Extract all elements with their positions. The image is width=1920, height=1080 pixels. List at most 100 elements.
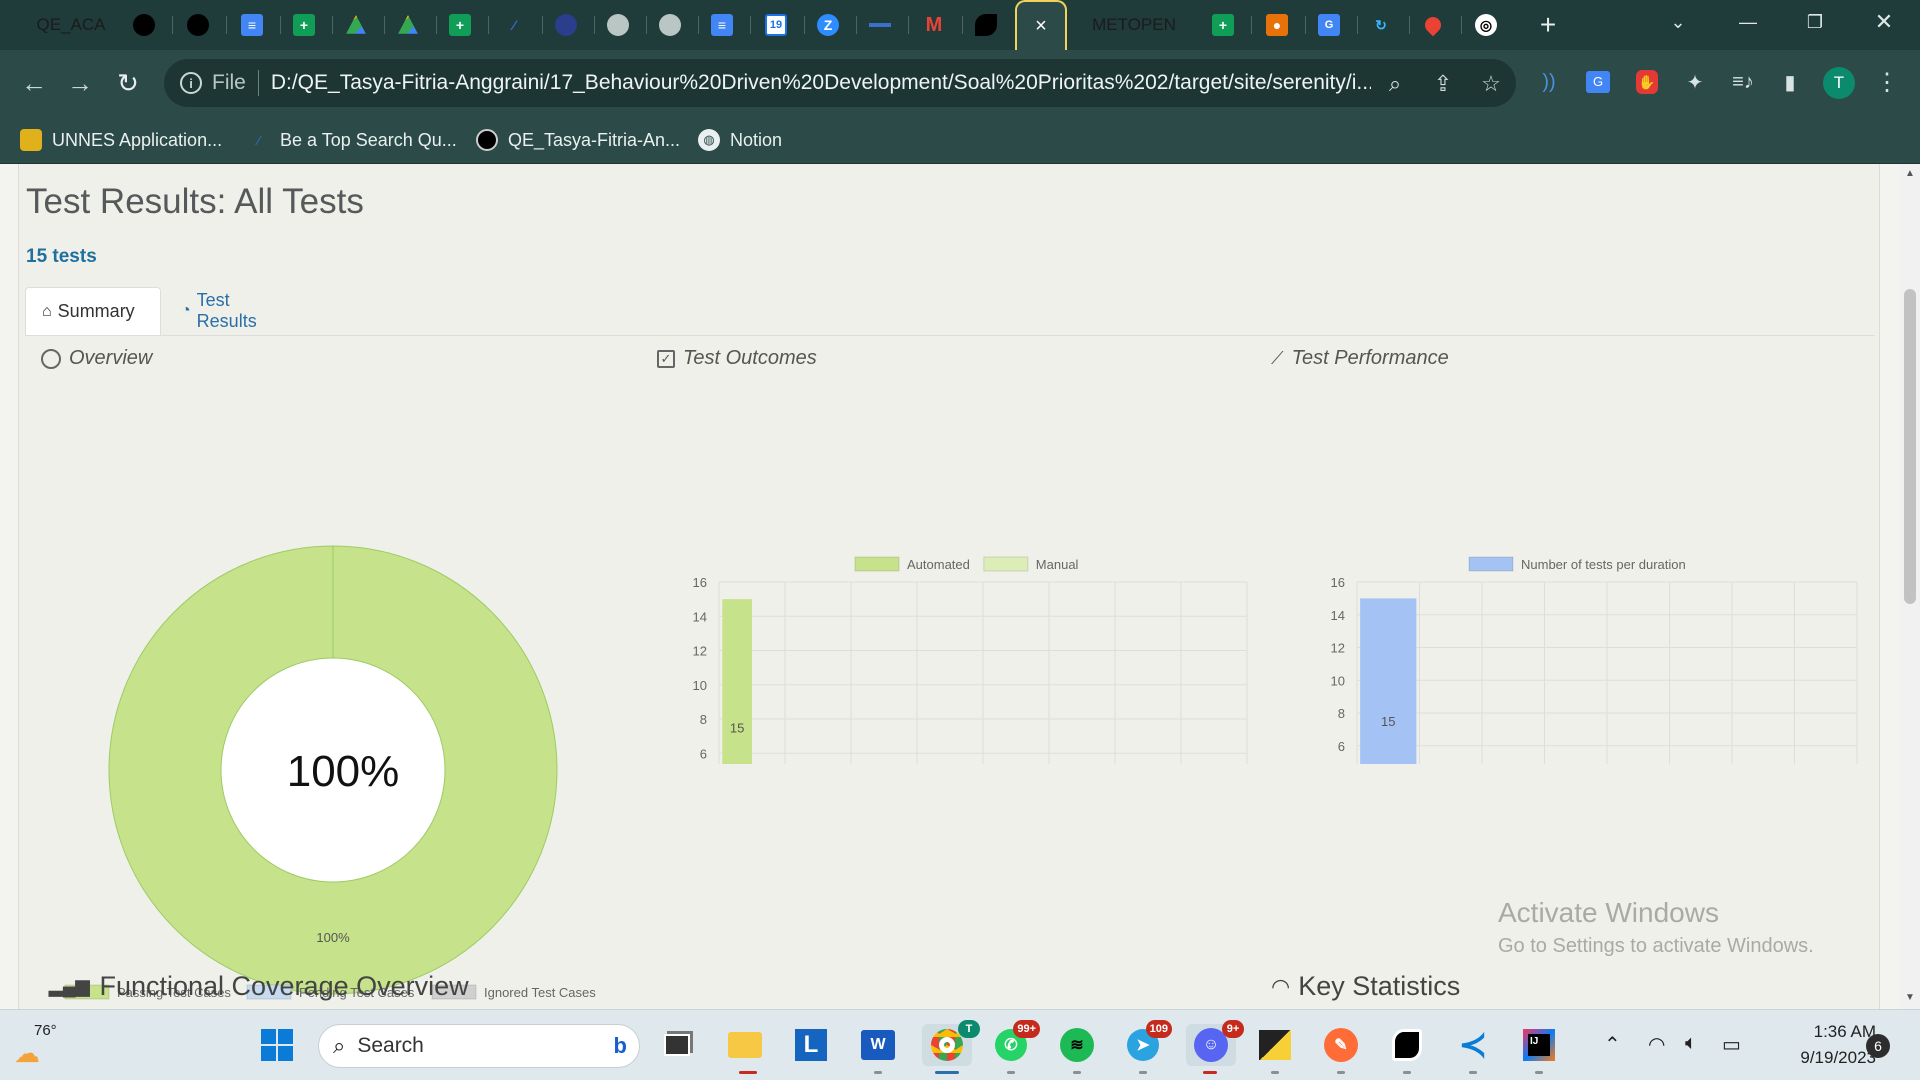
tab-group-metopen[interactable]: METOPEN — [1083, 9, 1185, 41]
data-label: 15 — [1381, 714, 1395, 729]
scroll-down-icon[interactable]: ▼ — [1904, 992, 1916, 1004]
report-page: Test Results: All Tests 15 tests ⌂ Summa… — [0, 164, 1900, 1009]
tray-overflow-icon[interactable]: ⌃ — [1604, 1032, 1621, 1057]
tab-test-results[interactable]: ◔ Test Results — [165, 287, 273, 335]
taskbar-app-l[interactable]: L — [790, 1024, 832, 1066]
back-button[interactable]: ← — [14, 63, 54, 103]
app-running-indicator — [1337, 1071, 1345, 1074]
battery-icon[interactable]: ▭ — [1722, 1032, 1741, 1057]
y-tick-label: 12 — [693, 644, 707, 659]
tab-generic-6[interactable]: ◎ — [1472, 8, 1500, 42]
restore-button[interactable]: ❐ — [1787, 0, 1843, 44]
tab-docs-1[interactable]: ≡ — [238, 8, 266, 42]
close-icon[interactable]: × — [1035, 15, 1047, 38]
notification-count-badge[interactable]: 6 — [1866, 1034, 1890, 1058]
close-window-button[interactable]: ✕ — [1856, 0, 1912, 44]
taskbar-word[interactable]: W — [857, 1024, 899, 1066]
side-panel-icon[interactable]: ▮ — [1773, 65, 1807, 99]
taskbar-sticky-notes[interactable] — [1254, 1024, 1296, 1066]
tab-translate[interactable]: G — [1315, 8, 1343, 42]
forward-button[interactable]: → — [60, 63, 100, 103]
tab-group-label: QE_ACA — [36, 15, 106, 34]
extension-adblock-icon[interactable]: ✋ — [1630, 65, 1664, 99]
bookmark-item[interactable]: ◍ Notion — [698, 126, 782, 154]
sticky-notes-icon — [1259, 1030, 1291, 1060]
taskbar-spotify[interactable]: ≋ — [1056, 1024, 1098, 1066]
task-view-icon — [664, 1034, 690, 1056]
extension-readaloud-icon[interactable]: )) — [1532, 65, 1566, 99]
tab-separator — [1461, 16, 1462, 34]
app-running-indicator — [1403, 1071, 1411, 1074]
tab-generic-1[interactable]: ⁄ — [500, 8, 528, 42]
chevron-down-icon: ⌄ — [1670, 11, 1686, 32]
bookmark-item[interactable]: QE_Tasya-Fitria-An... — [476, 126, 680, 154]
taskbar-task-view[interactable] — [656, 1024, 698, 1066]
evernote-icon — [1392, 1029, 1422, 1061]
taskbar-search[interactable]: ⌕ Search b — [318, 1024, 640, 1068]
tab-contacts[interactable]: ● — [1263, 8, 1291, 42]
tab-maps[interactable] — [1419, 8, 1447, 42]
minimize-button[interactable]: — — [1720, 0, 1776, 44]
page-scrollbar[interactable]: ▲ ▼ — [1900, 164, 1920, 1009]
tab-generic-2[interactable] — [552, 8, 580, 42]
profile-avatar[interactable]: T — [1823, 67, 1855, 99]
taskbar-intellij[interactable]: IJ — [1518, 1024, 1560, 1066]
zoom-icon[interactable]: ⌕ — [1380, 69, 1410, 99]
unnes-logo-icon — [20, 129, 42, 151]
url-text[interactable]: D:/QE_Tasya-Fitria-Anggraini/17_Behaviou… — [271, 71, 1371, 95]
taskbar-whatsapp[interactable]: ✆ 99+ — [990, 1020, 1040, 1066]
weather-widget[interactable]: ☁ 76° — [14, 1022, 74, 1070]
tab-drive-2[interactable] — [394, 8, 422, 42]
tab-github-1[interactable] — [130, 8, 158, 42]
scroll-up-icon[interactable]: ▲ — [1904, 168, 1916, 180]
tab-search-button[interactable]: ⌄ — [1650, 0, 1706, 44]
bookmark-item[interactable]: ⁄ Be a Top Search Qu... — [248, 126, 457, 154]
tab-calendar[interactable]: 19 — [762, 8, 790, 42]
taskbar-chrome[interactable]: T — [922, 1020, 980, 1066]
extensions-puzzle-icon[interactable]: ✦ — [1678, 65, 1712, 99]
tab-group-qe-aca[interactable]: QE_ACA — [28, 9, 114, 41]
y-tick-label: 6 — [1338, 739, 1345, 754]
y-tick-label: 6 — [700, 746, 707, 761]
bookmark-item[interactable]: UNNES Application... — [20, 126, 222, 154]
tab-summary[interactable]: ⌂ Summary — [25, 287, 161, 335]
wifi-icon[interactable]: ◠ — [1648, 1032, 1665, 1057]
reload-button[interactable]: ↻ — [108, 63, 148, 103]
tab-generic-3[interactable] — [866, 8, 894, 42]
new-tab-button[interactable]: + — [1530, 8, 1566, 42]
taskbar-postman[interactable]: ✎ — [1320, 1024, 1362, 1066]
active-tab[interactable]: × — [1015, 0, 1067, 50]
address-bar[interactable]: i File D:/QE_Tasya-Fitria-Anggraini/17_B… — [164, 59, 1516, 107]
tab-globe-2[interactable] — [656, 8, 684, 42]
taskbar-evernote[interactable] — [1386, 1024, 1428, 1066]
tab-docs-2[interactable]: ≡ — [708, 8, 736, 42]
tab-drive-1[interactable] — [342, 8, 370, 42]
share-icon[interactable]: ⇪ — [1428, 69, 1458, 99]
tab-zoom[interactable]: Z — [814, 8, 842, 42]
tab-globe-1[interactable] — [604, 8, 632, 42]
search-quality-icon: ⁄ — [257, 132, 261, 148]
start-button[interactable] — [256, 1024, 298, 1066]
tab-sheets-2[interactable]: + — [446, 8, 474, 42]
menu-kebab-icon[interactable]: ⋮ — [1870, 65, 1904, 99]
volume-icon[interactable]: 🔈︎ — [1685, 1032, 1697, 1055]
tab-separator — [488, 16, 489, 34]
tab-generic-4[interactable] — [972, 8, 1000, 42]
tab-generic-5[interactable]: ↻ — [1367, 8, 1395, 42]
star-icon[interactable]: ☆ — [1476, 69, 1506, 99]
tab-sheets-3[interactable]: + — [1209, 8, 1237, 42]
scroll-thumb[interactable] — [1904, 289, 1916, 604]
clock[interactable]: 1:36 AM 9/19/2023 — [1766, 1022, 1876, 1068]
taskbar-discord[interactable]: ☺ 9+ — [1186, 1020, 1244, 1066]
info-icon[interactable]: i — [180, 72, 202, 94]
taskbar-vscode[interactable]: ≺ — [1452, 1024, 1494, 1066]
extension-translate-icon[interactable]: G — [1581, 65, 1615, 99]
telegram-badge: 109 — [1145, 1020, 1172, 1038]
tab-gmail[interactable]: M — [920, 8, 948, 42]
tab-github-2[interactable] — [184, 8, 212, 42]
tab-sheets-1[interactable]: + — [290, 8, 318, 42]
test-count[interactable]: 15 tests — [26, 246, 97, 268]
taskbar-file-explorer[interactable] — [724, 1024, 766, 1066]
taskbar-telegram[interactable]: ➤ 109 — [1122, 1020, 1172, 1066]
media-control-icon[interactable]: ≡♪ — [1726, 65, 1760, 99]
